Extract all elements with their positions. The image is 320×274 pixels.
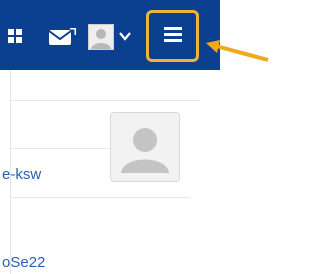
divider (10, 148, 110, 149)
profile-picture (110, 112, 180, 182)
hamburger-menu-button[interactable] (146, 10, 199, 62)
top-navbar (0, 0, 220, 70)
user-avatar-icon[interactable] (88, 24, 114, 50)
screenshot-crop: e-ksw oSe22 (0, 0, 270, 274)
divider (10, 100, 200, 101)
username-link[interactable]: e-ksw (2, 166, 41, 183)
username-link[interactable]: oSe22 (2, 254, 45, 271)
chevron-down-icon[interactable] (118, 30, 132, 42)
pointer-arrow-icon (204, 38, 270, 68)
apps-grid-icon[interactable] (8, 26, 28, 48)
mail-badge-icon (70, 22, 76, 35)
hamburger-menu-icon (162, 24, 184, 49)
divider (10, 197, 190, 198)
